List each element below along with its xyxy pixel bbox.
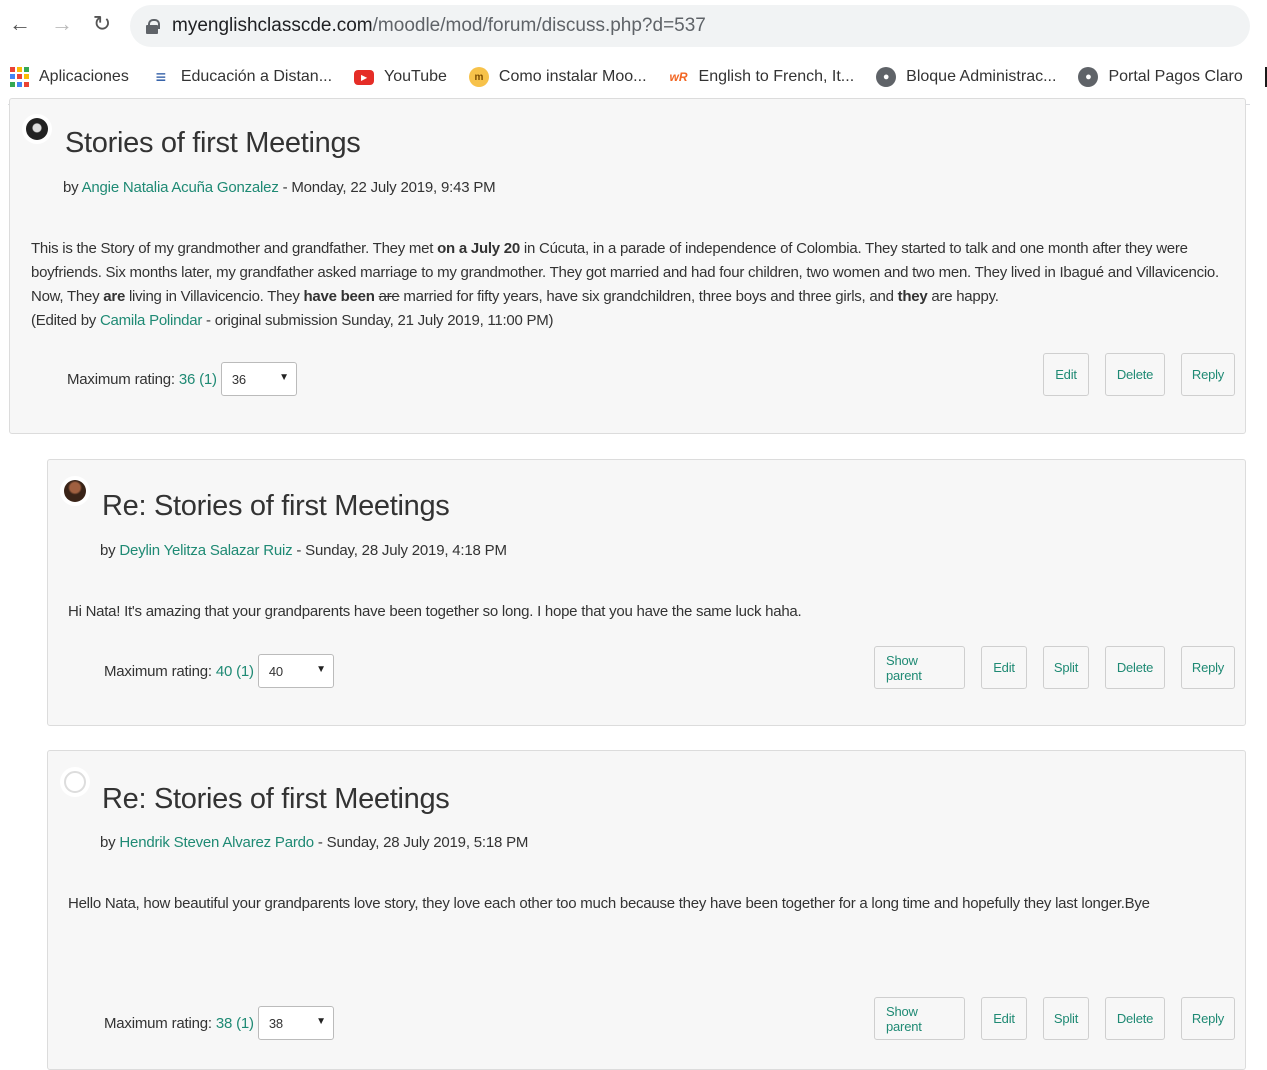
bookmark-wordreference[interactable]: wR English to French, It... <box>669 67 855 87</box>
globe-icon: ● <box>1078 67 1099 87</box>
message-bold: have been <box>303 288 375 305</box>
message-bold: are <box>103 288 126 305</box>
forum-post: Stories of first Meetings by Angie Natal… <box>9 98 1246 434</box>
message-text: This is the Story of my grandmother and … <box>31 240 438 257</box>
rating-select[interactable]: 40 <box>257 654 334 688</box>
browser-toolbar: ← → ↻ myenglishclasscde.com/moodle/mod/f… <box>0 0 1267 54</box>
forum-post: Re: Stories of first Meetings by Deylin … <box>47 459 1246 726</box>
wordreference-icon: wR <box>669 70 688 84</box>
moodle-icon: m <box>468 67 489 87</box>
rating-label: Maximum rating: <box>67 370 175 388</box>
edit-button[interactable]: Edit <box>981 646 1027 689</box>
user-picture-icon <box>64 480 86 502</box>
edited-suffix: - original submission Sunday, 21 July 20… <box>202 312 554 329</box>
bookmark-label: Educación a Distan... <box>180 68 333 85</box>
bookmark-claro[interactable]: ● Portal Pagos Claro <box>1078 67 1243 87</box>
show-parent-button[interactable]: Show parent <box>874 997 965 1040</box>
post-subject: Stories of first Meetings <box>65 127 361 159</box>
message-bold: on a July 20 <box>437 240 520 257</box>
bookmark-apps[interactable]: Aplicaciones <box>10 67 129 87</box>
message-strikethrough: are <box>378 288 400 305</box>
forward-arrow-icon[interactable]: → <box>48 10 76 38</box>
post-subject: Re: Stories of first Meetings <box>102 490 450 522</box>
post-commands: Show parent Edit Split Delete Reply <box>874 646 1235 689</box>
bookmark-youtube[interactable]: ▶ YouTube <box>354 68 447 86</box>
post-message: This is the Story of my grandmother and … <box>31 237 1231 333</box>
rating-label: Maximum rating: <box>104 662 212 680</box>
reload-icon[interactable]: ↻ <box>88 10 116 38</box>
avatar[interactable] <box>60 476 90 506</box>
post-byline: by Hendrik Steven Alvarez Pardo - Sunday… <box>100 834 528 851</box>
bookmark-moodle[interactable]: m Como instalar Moo... <box>468 67 647 87</box>
message-text: are happy. <box>927 288 999 305</box>
author-link[interactable]: Angie Natalia Acuña Gonzalez <box>82 179 279 196</box>
bookmarks-bar: Aplicaciones ≡ Educación a Distan... ▶ Y… <box>0 57 1267 97</box>
forum-post: Re: Stories of first Meetings by Hendrik… <box>47 750 1246 1070</box>
bookmark-label: Bloque Administrac... <box>906 68 1057 85</box>
apps-grid-icon <box>10 67 29 87</box>
avatar[interactable] <box>22 114 52 144</box>
reply-button[interactable]: Reply <box>1181 997 1235 1040</box>
delete-button[interactable]: Delete <box>1105 353 1165 396</box>
delete-button[interactable]: Delete <box>1105 646 1165 689</box>
bookmark-label: YouTube <box>384 68 447 85</box>
message-text: living in Villavicencio. They <box>125 288 304 305</box>
address-bar[interactable]: myenglishclasscde.com/moodle/mod/forum/d… <box>130 5 1250 47</box>
editor-link[interactable]: Camila Polindar <box>100 312 202 329</box>
message-text: married for fifty years, have six grandc… <box>399 288 898 305</box>
back-arrow-icon[interactable]: ← <box>6 10 34 38</box>
post-date: - Sunday, 28 July 2019, 4:18 PM <box>292 542 507 559</box>
edit-button[interactable]: Edit <box>1043 353 1089 396</box>
rating-value-link[interactable]: 38 (1) <box>216 1015 254 1032</box>
edited-prefix: (Edited by <box>31 312 100 329</box>
reply-button[interactable]: Reply <box>1181 646 1235 689</box>
post-message: Hi Nata! It's amazing that your grandpar… <box>68 603 802 620</box>
by-label: by <box>100 834 116 851</box>
split-button[interactable]: Split <box>1043 997 1089 1040</box>
split-button[interactable]: Split <box>1043 646 1089 689</box>
show-parent-button[interactable]: Show parent <box>874 646 965 689</box>
by-label: by <box>63 179 79 196</box>
rating-area: Maximum rating: 38 (1) 38 <box>104 1006 334 1040</box>
bookmark-bloque[interactable]: ● Bloque Administrac... <box>876 67 1056 87</box>
author-link[interactable]: Hendrik Steven Alvarez Pardo <box>119 834 314 851</box>
delete-button[interactable]: Delete <box>1105 997 1165 1040</box>
post-byline: by Deylin Yelitza Salazar Ruiz - Sunday,… <box>100 542 507 559</box>
post-commands: Edit Delete Reply <box>1043 353 1235 396</box>
url-path: /moodle/mod/forum/discuss.php?d=537 <box>372 15 706 36</box>
post-subject: Re: Stories of first Meetings <box>102 783 450 815</box>
post-message: Hello Nata, how beautiful your grandpare… <box>68 895 1150 912</box>
by-label: by <box>100 542 116 559</box>
user-picture-icon <box>26 118 48 140</box>
reply-button[interactable]: Reply <box>1181 353 1235 396</box>
bookmark-educacion[interactable]: ≡ Educación a Distan... <box>151 67 332 87</box>
globe-icon: ● <box>876 67 897 87</box>
rating-select[interactable]: 36 <box>220 362 297 396</box>
post-commands: Show parent Edit Split Delete Reply <box>874 997 1235 1040</box>
bookmark-label: Como instalar Moo... <box>498 68 647 85</box>
post-date: - Monday, 22 July 2019, 9:43 PM <box>278 179 496 196</box>
rating-value-link[interactable]: 36 (1) <box>179 371 217 388</box>
lock-icon <box>146 19 160 34</box>
rating-area: Maximum rating: 40 (1) 40 <box>104 654 334 688</box>
url-host: myenglishclasscde.com <box>172 15 373 36</box>
youtube-icon: ▶ <box>354 69 375 85</box>
rating-label: Maximum rating: <box>104 1014 212 1032</box>
author-link[interactable]: Deylin Yelitza Salazar Ruiz <box>119 542 292 559</box>
default-user-icon <box>64 771 86 793</box>
bookmark-label: Aplicaciones <box>39 68 129 85</box>
rating-value-link[interactable]: 40 (1) <box>216 663 254 680</box>
rating-select[interactable]: 38 <box>257 1006 334 1040</box>
post-date: - Sunday, 28 July 2019, 5:18 PM <box>313 834 529 851</box>
rating-area: Maximum rating: 36 (1) 36 <box>67 362 297 396</box>
edited-note: (Edited by Camila Polindar - original su… <box>31 312 554 329</box>
edit-button[interactable]: Edit <box>981 997 1027 1040</box>
avatar[interactable] <box>60 767 90 797</box>
bookmark-label: English to French, It... <box>698 68 855 85</box>
education-icon: ≡ <box>155 66 167 87</box>
bookmark-label: Portal Pagos Claro <box>1108 68 1243 85</box>
message-bold: they <box>897 288 928 305</box>
post-byline: by Angie Natalia Acuña Gonzalez - Monday… <box>63 179 496 196</box>
